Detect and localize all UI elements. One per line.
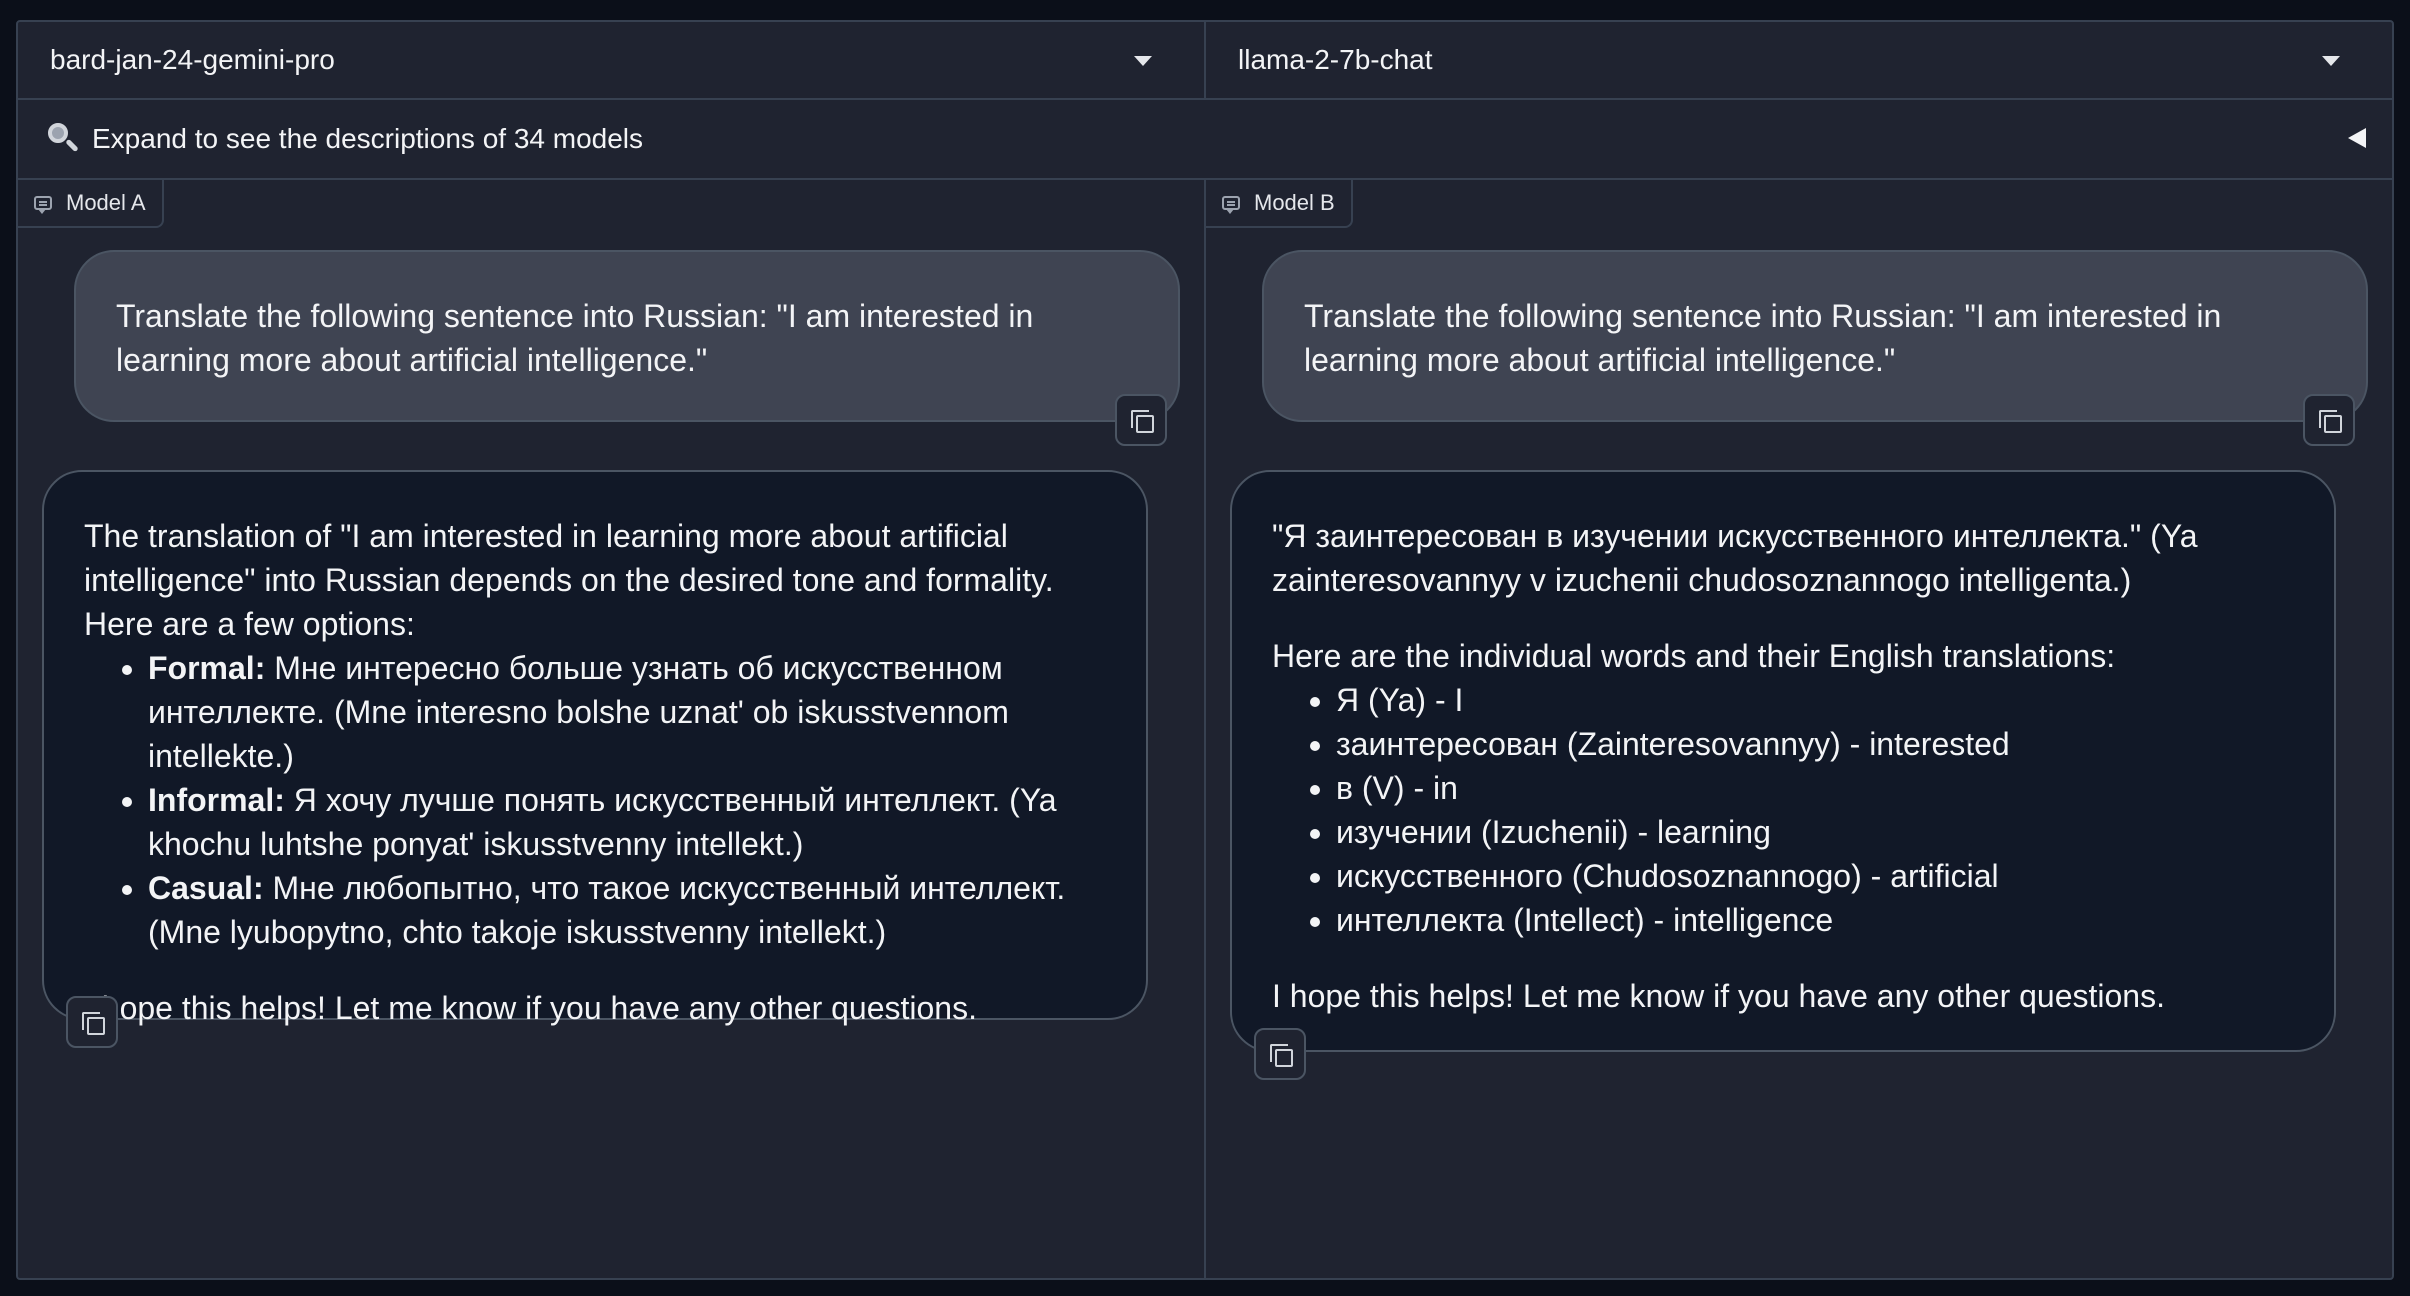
panel-label-model-b: Model B [1206, 180, 1353, 228]
list-item: изучении (Izuchenii) - learning [1336, 810, 2294, 854]
model-selector-bar: bard-jan-24-gemini-pro llama-2-7b-chat [18, 22, 2392, 100]
user-message-bubble: Translate the following sentence into Ru… [74, 250, 1180, 422]
model-b-name: llama-2-7b-chat [1238, 44, 1433, 75]
reply-list-heading: Here are the individual words and their … [1272, 638, 2116, 674]
option-term: Casual: [148, 870, 264, 906]
list-item: искусственного (Chudosoznannogo) - artif… [1336, 854, 2294, 898]
list-item: интеллекта (Intellect) - intelligence [1336, 898, 2294, 942]
chat-bubble-icon [34, 196, 52, 214]
option-text: Мне любопытно, что такое искусственный и… [148, 870, 1066, 950]
list-item: Я (Ya) - I [1336, 678, 2294, 722]
option-text: Мне интересно больше узнать об искусстве… [148, 650, 1009, 774]
accordion-label: Expand to see the descriptions of 34 mod… [92, 123, 644, 154]
panel-label-model-a: Model A [18, 180, 164, 228]
copy-icon[interactable] [2303, 394, 2355, 446]
arena-container: bard-jan-24-gemini-pro llama-2-7b-chat E… [16, 20, 2394, 1280]
chat-panels: Model A Translate the following sentence… [18, 180, 2392, 1278]
bot-message-bubble: "Я заинтересован в изучении искусственно… [1230, 470, 2336, 1052]
user-message-bubble: Translate the following sentence into Ru… [1262, 250, 2368, 422]
list-item: Formal: Мне интересно больше узнать об и… [148, 646, 1106, 778]
reply-intro: The translation of "I am interested in l… [84, 518, 1054, 642]
list-item: заинтересован (Zainteresovannyy) - inter… [1336, 722, 2294, 766]
model-a-dropdown[interactable]: bard-jan-24-gemini-pro [18, 22, 1206, 98]
chevron-down-icon[interactable] [2322, 56, 2340, 66]
chat-panel-model-b: Model B Translate the following sentence… [1206, 180, 2392, 1278]
model-b-dropdown[interactable]: llama-2-7b-chat [1206, 22, 2392, 98]
option-text: Я хочу лучше понять искусственный интелл… [148, 782, 1057, 862]
user-message-text: Translate the following sentence into Ru… [1304, 298, 2222, 378]
collapse-toggle-icon[interactable] [2348, 128, 2366, 148]
bot-message-bubble: The translation of "I am interested in l… [42, 470, 1148, 1026]
list-item: Casual: Мне любопытно, что такое искусст… [148, 866, 1106, 954]
chevron-down-icon[interactable] [1134, 56, 1152, 66]
chat-panel-model-a: Model A Translate the following sentence… [18, 180, 1206, 1278]
chat-bubble-icon [1222, 196, 1240, 214]
option-term: Informal: [148, 782, 285, 818]
panel-label-text: Model B [1254, 190, 1335, 215]
word-translation-list: Я (Ya) - I заинтересован (Zainteresovann… [1272, 678, 2294, 942]
user-message-text: Translate the following sentence into Ru… [116, 298, 1034, 378]
magnifier-icon [44, 119, 84, 159]
reply-outro: I hope this helps! Let me know if you ha… [1272, 978, 2165, 1014]
translation-options-list: Formal: Мне интересно больше узнать об и… [84, 646, 1106, 954]
reply-intro: "Я заинтересован в изучении искусственно… [1272, 518, 2198, 598]
model-descriptions-accordion[interactable]: Expand to see the descriptions of 34 mod… [18, 100, 2392, 180]
copy-icon[interactable] [1115, 394, 1167, 446]
option-term: Formal: [148, 650, 266, 686]
reply-outro: I hope this helps! Let me know if you ha… [84, 990, 977, 1026]
model-a-name: bard-jan-24-gemini-pro [50, 44, 335, 75]
list-item: Informal: Я хочу лучше понять искусствен… [148, 778, 1106, 866]
copy-icon[interactable] [66, 996, 118, 1048]
list-item: в (V) - in [1336, 766, 2294, 810]
panel-label-text: Model A [66, 190, 146, 215]
copy-icon[interactable] [1254, 1028, 1306, 1080]
